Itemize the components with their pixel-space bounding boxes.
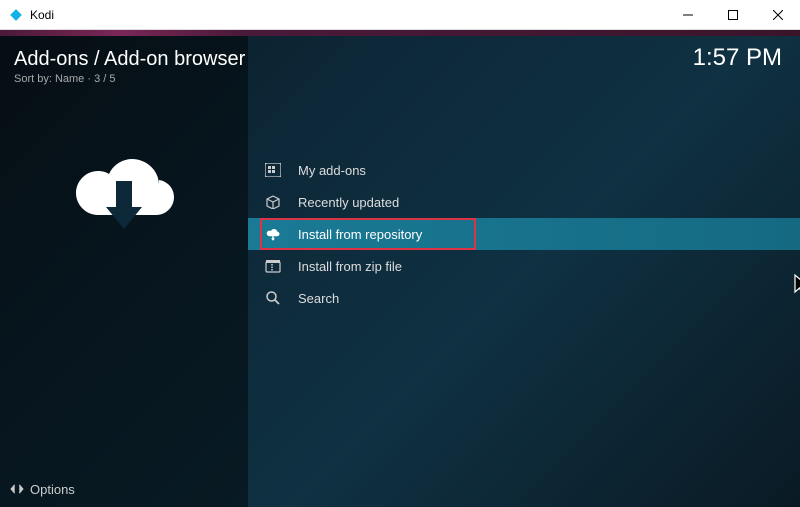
- grid-icon: [264, 161, 282, 179]
- options-button[interactable]: Options: [0, 471, 248, 507]
- download-cloud-illustration: [0, 95, 248, 471]
- clock: 1:57 PM: [693, 44, 782, 72]
- app-body: Add-ons / Add-on browser Sort by: Name ·…: [0, 36, 800, 507]
- menu-item-install-from-repository[interactable]: Install from repository: [248, 218, 800, 250]
- cloud-down-icon: [264, 225, 282, 243]
- menu-item-my-addons[interactable]: My add-ons: [248, 154, 800, 186]
- menu-item-search[interactable]: Search: [248, 282, 800, 314]
- window-title: Kodi: [30, 8, 54, 22]
- close-button[interactable]: [755, 0, 800, 29]
- box-icon: [264, 193, 282, 211]
- main-panel: 1:57 PM My add-ons Recently updated: [248, 36, 800, 507]
- sidebar: Add-ons / Add-on browser Sort by: Name ·…: [0, 36, 248, 507]
- menu-item-label: Install from repository: [298, 227, 422, 242]
- sort-info: Sort by: Name · 3 / 5: [14, 73, 234, 85]
- kodi-window: Kodi Add-ons / Add-on browser Sort by: N…: [0, 0, 800, 507]
- menu-item-label: Install from zip file: [298, 259, 402, 274]
- menu-item-label: My add-ons: [298, 163, 366, 178]
- menu-item-label: Recently updated: [298, 195, 399, 210]
- menu-item-install-from-zip[interactable]: Install from zip file: [248, 250, 800, 282]
- minimize-button[interactable]: [665, 0, 710, 29]
- options-label: Options: [30, 482, 75, 497]
- position-label: 3 / 5: [94, 73, 115, 85]
- maximize-button[interactable]: [710, 0, 755, 29]
- zip-icon: [264, 257, 282, 275]
- menu-item-recently-updated[interactable]: Recently updated: [248, 186, 800, 218]
- breadcrumb: Add-ons / Add-on browser: [14, 48, 234, 71]
- kodi-logo-icon: [8, 7, 24, 23]
- options-icon: [10, 482, 24, 496]
- menu-list: My add-ons Recently updated Install from…: [248, 154, 800, 314]
- menu-item-label: Search: [298, 291, 339, 306]
- page-header: Add-ons / Add-on browser Sort by: Name ·…: [0, 46, 248, 95]
- sort-label: Sort by: Name: [14, 73, 84, 85]
- window-titlebar: Kodi: [0, 0, 800, 30]
- search-icon: [264, 289, 282, 307]
- window-controls: [665, 0, 800, 29]
